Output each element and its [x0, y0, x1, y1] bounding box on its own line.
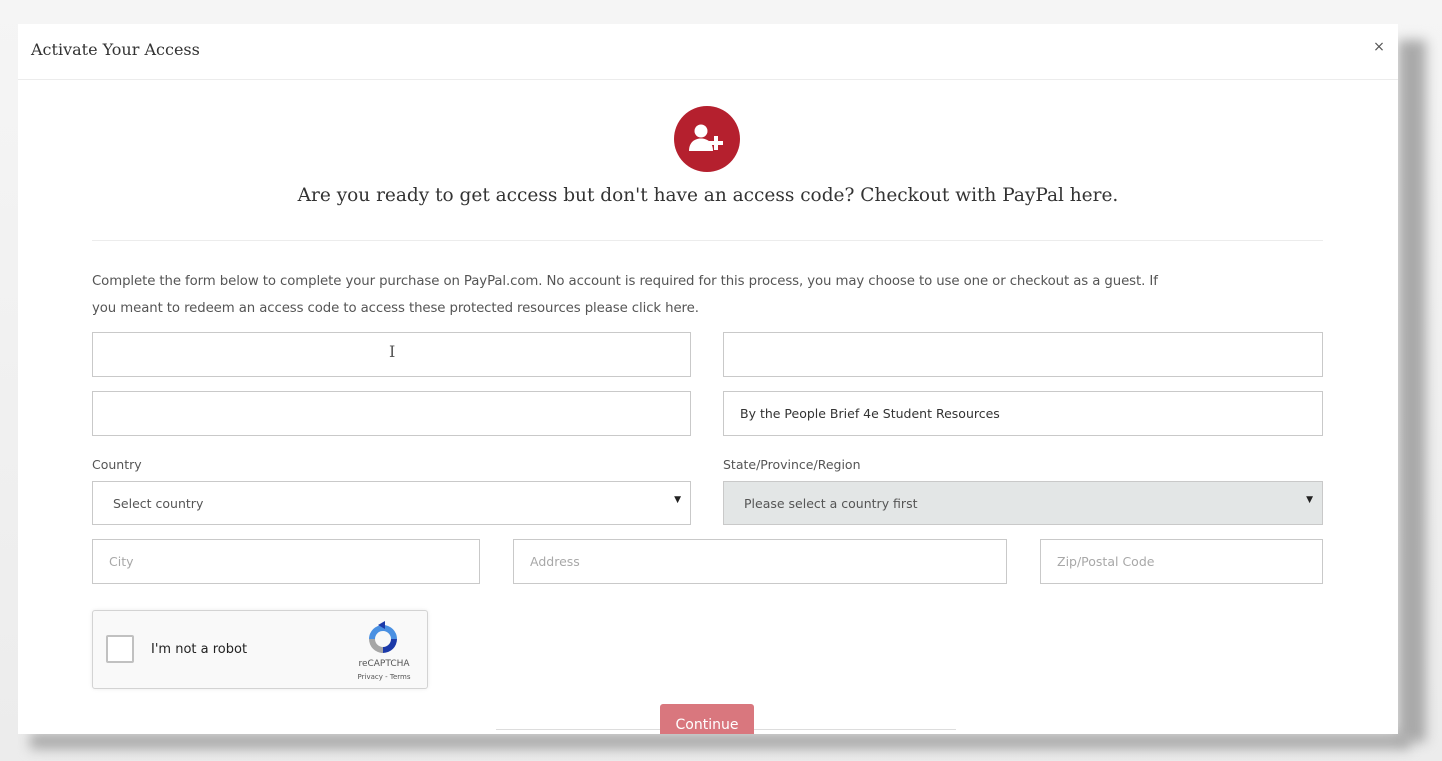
country-select-value: Select country [113, 496, 204, 511]
modal-header: Activate Your Access × [18, 24, 1398, 80]
state-label: State/Province/Region [723, 457, 861, 472]
continue-button[interactable]: Continue [660, 704, 754, 734]
user-plus-icon [674, 106, 740, 172]
recaptcha-links[interactable]: Privacy - Terms [351, 673, 417, 681]
close-icon[interactable]: × [1370, 38, 1388, 56]
dropdown-arrow-icon: ▼ [1306, 495, 1313, 505]
intro-line: Complete the form below to complete your… [92, 274, 1158, 289]
recaptcha-label: I'm not a robot [151, 642, 248, 657]
modal-shadow-bottom [30, 733, 1410, 749]
recaptcha-brand: reCAPTCHA [358, 659, 410, 669]
recaptcha-logo-icon [369, 621, 397, 653]
divider [92, 240, 1323, 241]
state-select-value: Please select a country first [744, 496, 918, 511]
country-select[interactable]: Select country ▼ [92, 481, 691, 525]
dropdown-arrow-icon: ▼ [674, 495, 681, 505]
recaptcha-widget: I'm not a robot reCAPTCHA Privacy - Term… [92, 610, 428, 689]
activate-access-modal: Activate Your Access × Are you ready to … [18, 24, 1398, 734]
recaptcha-checkbox[interactable] [106, 635, 134, 663]
modal-title: Activate Your Access [31, 40, 200, 59]
modal-shadow [1398, 40, 1426, 742]
zip-input[interactable] [1040, 539, 1323, 584]
address-input[interactable] [513, 539, 1007, 584]
city-input[interactable] [92, 539, 480, 584]
text-cursor-icon: I [389, 342, 396, 361]
page-headline: Are you ready to get access but don't ha… [297, 185, 1119, 206]
intro-line-with-link[interactable]: you meant to redeem an access code to ac… [92, 295, 1332, 322]
country-label: Country [92, 457, 142, 472]
product-field[interactable] [723, 391, 1323, 436]
second-field[interactable] [723, 332, 1323, 377]
intro-text: Complete the form below to complete your… [92, 268, 1332, 322]
state-select[interactable]: Please select a country first ▼ [723, 481, 1323, 525]
third-field[interactable] [92, 391, 691, 436]
